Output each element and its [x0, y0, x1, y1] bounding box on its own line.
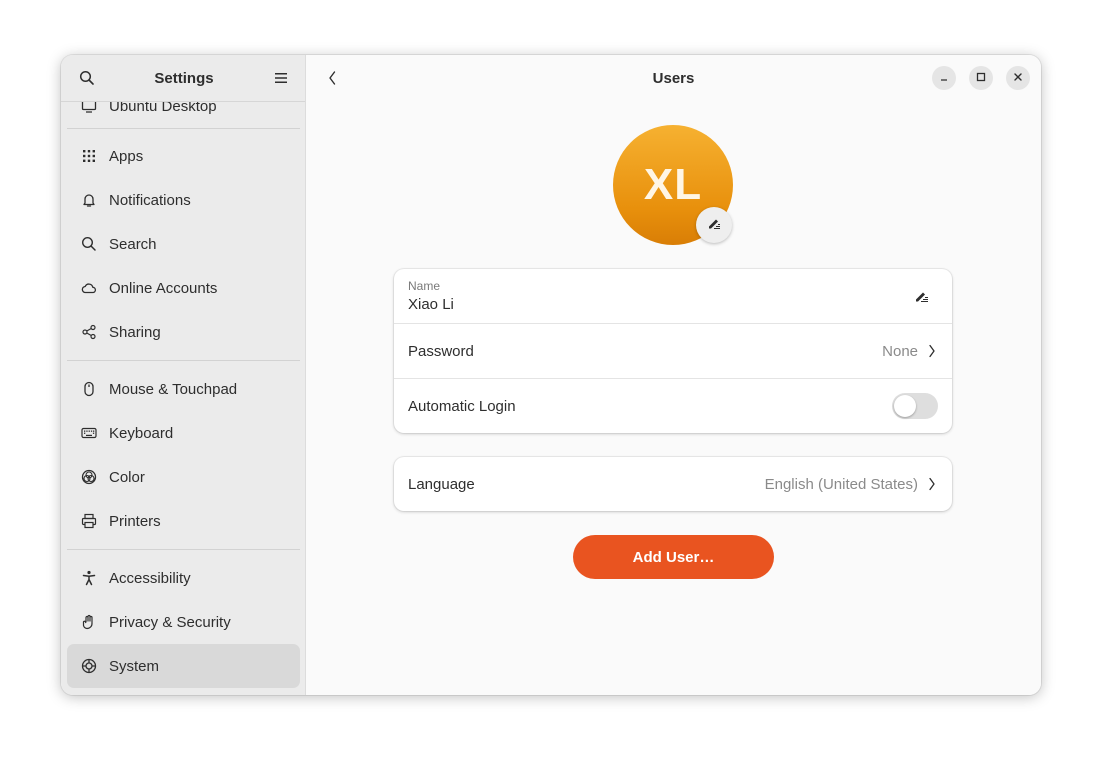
accessibility-icon	[81, 570, 97, 586]
sidebar-item-notifications[interactable]: Notifications	[67, 178, 300, 222]
close-button[interactable]	[1006, 66, 1030, 90]
name-value[interactable]: Xiao Li	[408, 296, 454, 313]
sidebar-item-label: Accessibility	[109, 569, 191, 587]
password-value: None	[882, 342, 918, 360]
sidebar-item-system[interactable]: System	[67, 644, 300, 688]
printer-icon	[81, 513, 97, 529]
pencil-icon	[706, 215, 722, 236]
password-label: Password	[408, 342, 474, 360]
avatar-edit-button[interactable]	[696, 207, 732, 243]
sidebar-title: Settings	[154, 69, 214, 87]
system-gear-icon	[81, 658, 97, 674]
sidebar-item-printers[interactable]: Printers	[67, 499, 300, 543]
sidebar-item-label: Notifications	[109, 191, 191, 209]
minimize-icon	[939, 69, 949, 87]
sidebar-divider	[67, 549, 300, 550]
cloud-icon	[81, 280, 97, 296]
sidebar-item-label: Mouse & Touchpad	[109, 380, 238, 398]
sidebar-list: Ubuntu Desktop Apps Notifications Search…	[61, 102, 305, 695]
sidebar-item-accessibility[interactable]: Accessibility	[67, 556, 300, 600]
sidebar-item-label: System	[109, 657, 160, 675]
bell-icon	[81, 192, 97, 208]
language-card: Language English (United States)	[394, 457, 952, 511]
hamburger-menu-icon[interactable]	[269, 66, 293, 90]
sidebar-item-label: Ubuntu Desktop	[109, 102, 217, 115]
sidebar-item-label: Color	[109, 468, 145, 486]
automatic-login-row: Automatic Login	[394, 379, 952, 433]
chevron-right-icon	[928, 343, 938, 359]
sidebar-item-label: Apps	[109, 147, 144, 165]
desktop-icon	[81, 102, 97, 114]
settings-window: Settings Ubuntu Desktop Apps Notificatio…	[61, 55, 1041, 695]
sidebar-item-label: Printers	[109, 512, 161, 530]
sidebar: Settings Ubuntu Desktop Apps Notificatio…	[61, 55, 306, 695]
sidebar-item-label: Privacy & Security	[109, 613, 231, 631]
toggle-knob	[894, 395, 916, 417]
automatic-login-toggle[interactable]	[892, 393, 938, 419]
password-row[interactable]: Password None	[394, 324, 952, 379]
search-icon[interactable]	[75, 66, 99, 90]
sidebar-item-ubuntu-desktop[interactable]: Ubuntu Desktop	[67, 102, 300, 128]
sidebar-item-sharing[interactable]: Sharing	[67, 310, 300, 354]
keyboard-icon	[81, 425, 97, 441]
apps-grid-icon	[81, 148, 97, 164]
sidebar-item-mouse-touchpad[interactable]: Mouse & Touchpad	[67, 367, 300, 411]
sidebar-item-online-accounts[interactable]: Online Accounts	[67, 266, 300, 310]
chevron-right-icon	[928, 476, 938, 492]
add-user-button[interactable]: Add User…	[573, 535, 774, 579]
share-icon	[81, 324, 97, 340]
back-chevron-icon[interactable]	[320, 66, 344, 90]
sidebar-item-search[interactable]: Search	[67, 222, 300, 266]
language-value: English (United States)	[764, 475, 918, 493]
maximize-icon	[976, 69, 986, 87]
sidebar-divider	[67, 360, 300, 361]
hand-icon	[81, 614, 97, 630]
search-icon	[81, 236, 97, 252]
automatic-login-label: Automatic Login	[408, 397, 516, 415]
content-header: Users	[306, 55, 1041, 101]
name-caption: Name	[408, 279, 441, 293]
sidebar-item-label: Search	[109, 235, 157, 253]
language-label: Language	[408, 475, 475, 493]
edit-name-icon[interactable]	[914, 288, 930, 308]
account-card: Name Xiao Li Password None Automatic Log…	[394, 269, 952, 433]
close-icon	[1013, 69, 1023, 87]
users-panel: Users XL Name Xiao Li Password None Auto…	[306, 55, 1041, 695]
name-row[interactable]: Name Xiao Li	[394, 269, 952, 324]
maximize-button[interactable]	[969, 66, 993, 90]
language-row[interactable]: Language English (United States)	[394, 457, 952, 511]
color-icon	[81, 469, 97, 485]
minimize-button[interactable]	[932, 66, 956, 90]
sidebar-item-label: Keyboard	[109, 424, 174, 442]
mouse-icon	[81, 381, 97, 397]
sidebar-item-color[interactable]: Color	[67, 455, 300, 499]
sidebar-header: Settings	[61, 55, 305, 102]
page-title: Users	[652, 69, 695, 87]
sidebar-item-apps[interactable]: Apps	[67, 134, 300, 178]
sidebar-item-privacy-security[interactable]: Privacy & Security	[67, 600, 300, 644]
sidebar-item-label: Sharing	[109, 323, 161, 341]
sidebar-item-label: Online Accounts	[109, 279, 218, 297]
sidebar-item-keyboard[interactable]: Keyboard	[67, 411, 300, 455]
